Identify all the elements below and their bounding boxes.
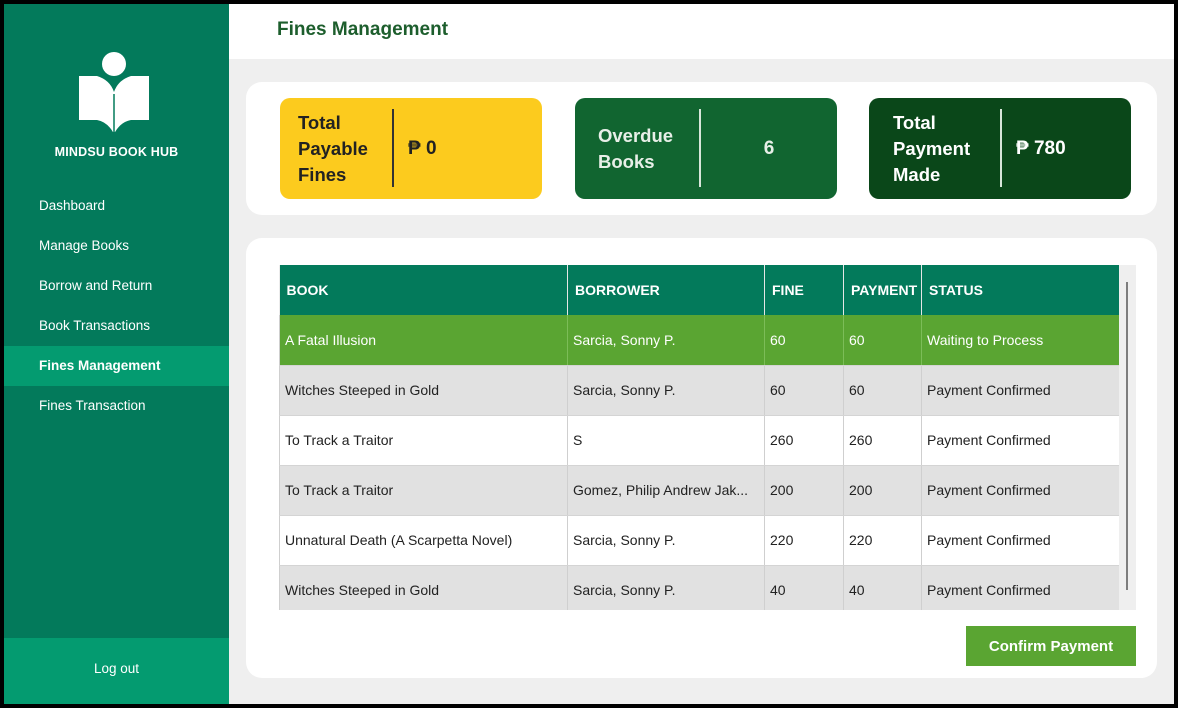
scrollbar-thumb[interactable] [1126, 282, 1128, 590]
fines-table-container: BOOK BORROWER FINE PAYMENT STATUS A Fata… [279, 265, 1136, 610]
app-window: MINDSU BOOK HUB Dashboard Manage Books B… [4, 4, 1174, 704]
fines-table-panel: BOOK BORROWER FINE PAYMENT STATUS A Fata… [246, 238, 1157, 678]
cell-payment: 60 [843, 315, 922, 366]
sidebar-item-book-transactions[interactable]: Book Transactions [4, 306, 229, 346]
cell-book: A Fatal Illusion [279, 315, 568, 366]
cell-status: Payment Confirmed [921, 415, 1120, 466]
sidebar: MINDSU BOOK HUB Dashboard Manage Books B… [4, 4, 229, 704]
sidebar-item-manage-books[interactable]: Manage Books [4, 226, 229, 266]
logout-button[interactable]: Log out [4, 638, 229, 704]
stat-label: Overdue Books [598, 124, 674, 172]
cell-payment: 260 [843, 415, 922, 466]
table-header-row: BOOK BORROWER FINE PAYMENT STATUS [279, 265, 1120, 315]
cell-status: Waiting to Process [921, 315, 1120, 366]
table-row[interactable]: To Track a Traitor S 260 260 Payment Con… [279, 415, 1120, 466]
sidebar-item-dashboard[interactable]: Dashboard [4, 186, 229, 226]
table-row[interactable]: Witches Steeped in Gold Sarcia, Sonny P.… [279, 565, 1120, 610]
sidebar-item-fines-management[interactable]: Fines Management [4, 346, 229, 386]
sidebar-nav: Dashboard Manage Books Borrow and Return… [4, 186, 229, 426]
table-row[interactable]: A Fatal Illusion Sarcia, Sonny P. 60 60 … [279, 315, 1120, 366]
cell-book: Witches Steeped in Gold [279, 365, 568, 416]
brand-name: MINDSU BOOK HUB [54, 145, 179, 159]
stat-card-overdue-books: Overdue Books 6 [575, 98, 837, 199]
page-title: Fines Management [277, 19, 449, 40]
stat-label: Total Payment Made [893, 111, 971, 185]
sidebar-item-borrow-and-return[interactable]: Borrow and Return [4, 266, 229, 306]
stat-card-total-payable-fines: Total Payable Fines ₱ 0 [280, 98, 542, 199]
cell-payment: 220 [843, 515, 922, 566]
column-header-book[interactable]: BOOK [279, 265, 568, 315]
cell-book: To Track a Traitor [279, 415, 568, 466]
cell-fine: 200 [764, 465, 844, 516]
stats-panel: Total Payable Fines ₱ 0 Overdue Books 6 … [246, 82, 1157, 215]
cell-status: Payment Confirmed [921, 515, 1120, 566]
book-reader-icon [79, 52, 149, 132]
column-header-fine[interactable]: FINE [764, 265, 844, 315]
stat-value: ₱ 780 [1016, 137, 1066, 159]
cell-fine: 40 [764, 565, 844, 610]
cell-payment: 40 [843, 565, 922, 610]
stat-label: Total Payable Fines [298, 111, 368, 185]
confirm-payment-button[interactable]: Confirm Payment [966, 626, 1136, 666]
cell-status: Payment Confirmed [921, 565, 1120, 610]
cell-fine: 260 [764, 415, 844, 466]
sidebar-item-fines-transaction[interactable]: Fines Transaction [4, 386, 229, 426]
cell-book: Witches Steeped in Gold [279, 565, 568, 610]
stat-card-total-payment-made: Total Payment Made ₱ 780 [869, 98, 1131, 199]
cell-fine: 220 [764, 515, 844, 566]
table-row[interactable]: To Track a Traitor Gomez, Philip Andrew … [279, 465, 1120, 516]
cell-status: Payment Confirmed [921, 365, 1120, 416]
cell-borrower: Sarcia, Sonny P. [567, 315, 765, 366]
cell-payment: 60 [843, 365, 922, 416]
column-header-payment[interactable]: PAYMENT [843, 265, 922, 315]
cell-borrower: Gomez, Philip Andrew Jak... [567, 465, 765, 516]
table-row[interactable]: Witches Steeped in Gold Sarcia, Sonny P.… [279, 365, 1120, 416]
cell-borrower: Sarcia, Sonny P. [567, 565, 765, 610]
fines-table: BOOK BORROWER FINE PAYMENT STATUS A Fata… [279, 265, 1120, 610]
cell-borrower: Sarcia, Sonny P. [567, 365, 765, 416]
cell-book: To Track a Traitor [279, 465, 568, 516]
column-header-status[interactable]: STATUS [921, 265, 1120, 315]
cell-borrower: S [567, 415, 765, 466]
cell-fine: 60 [764, 315, 844, 366]
page-header: Fines Management [229, 4, 1174, 59]
cell-book: Unnatural Death (A Scarpetta Novel) [279, 515, 568, 566]
table-row[interactable]: Unnatural Death (A Scarpetta Novel) Sarc… [279, 515, 1120, 566]
stat-value: ₱ 0 [408, 137, 437, 159]
table-scrollbar[interactable] [1119, 265, 1136, 610]
cell-borrower: Sarcia, Sonny P. [567, 515, 765, 566]
cell-status: Payment Confirmed [921, 465, 1120, 516]
cell-payment: 200 [843, 465, 922, 516]
stat-value: 6 [763, 137, 775, 159]
column-header-borrower[interactable]: BORROWER [567, 265, 765, 315]
cell-fine: 60 [764, 365, 844, 416]
